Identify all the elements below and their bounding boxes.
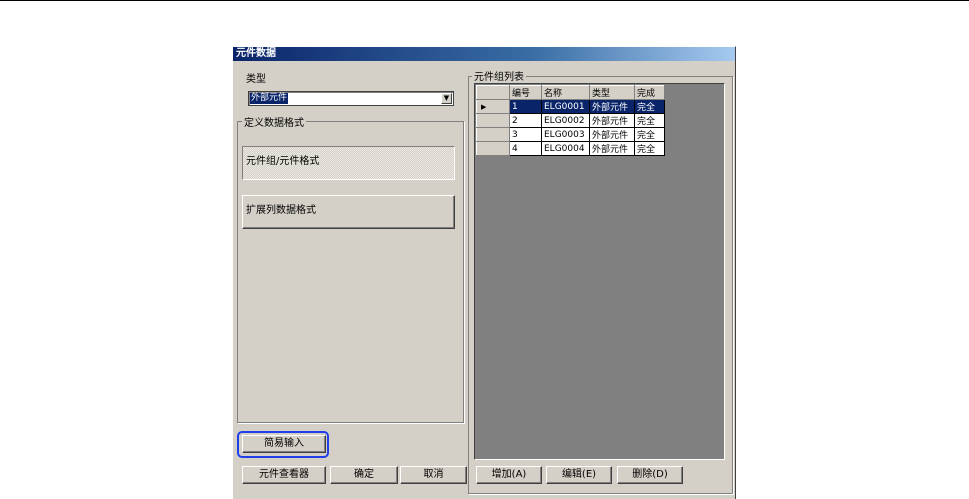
component-format-button[interactable]: 元件组/元件格式 <box>242 146 455 180</box>
component-data-dialog: 元件数据 类型 外部元件 ▼ 定义数据格式 元件组/元件格式 扩展列数据格式 简… <box>232 46 736 499</box>
dialog-title: 元件数据 <box>233 47 735 61</box>
cell-name[interactable]: ELG0001 <box>541 99 590 114</box>
row-header[interactable] <box>476 141 510 156</box>
component-viewer-button[interactable]: 元件查看器 <box>242 466 326 484</box>
column-header[interactable]: 编号 <box>509 85 542 100</box>
row-header[interactable] <box>476 127 510 142</box>
table-row[interactable]: 2 ELG0002 外部元件 完全 <box>476 113 665 128</box>
cell-type[interactable]: 外部元件 <box>589 99 635 114</box>
extended-format-button[interactable]: 扩展列数据格式 <box>242 195 455 229</box>
cell-done[interactable]: 完全 <box>634 141 665 156</box>
component-group-label: 元件组列表 <box>472 68 526 83</box>
add-button[interactable]: 增加(A) <box>476 466 542 484</box>
cell-done[interactable]: 完全 <box>634 127 665 142</box>
row-header[interactable]: ▶ <box>476 99 510 114</box>
table-header-row: 编号 名称 类型 完成 <box>476 85 665 100</box>
type-label: 类型 <box>246 74 266 85</box>
cell-type[interactable]: 外部元件 <box>589 113 635 128</box>
row-header[interactable] <box>476 113 510 128</box>
component-group-table: 编号 名称 类型 完成 ▶ 1 ELG0001 外部元件 完全 2 ELG000… <box>476 85 665 156</box>
format-group-label: 定义数据格式 <box>242 114 306 129</box>
easy-input-highlight <box>237 431 329 458</box>
ok-button[interactable]: 确定 <box>330 466 398 484</box>
type-select[interactable]: 外部元件 ▼ <box>248 91 454 106</box>
cell-type[interactable]: 外部元件 <box>589 141 635 156</box>
type-selected-value: 外部元件 <box>250 93 289 104</box>
cancel-button[interactable]: 取消 <box>400 466 467 484</box>
column-header[interactable]: 名称 <box>541 85 590 100</box>
column-header[interactable]: 类型 <box>589 85 635 100</box>
row-header-corner <box>476 85 510 100</box>
component-group-grid[interactable]: 编号 名称 类型 完成 ▶ 1 ELG0001 外部元件 完全 2 ELG000… <box>474 83 725 460</box>
cell-done[interactable]: 完全 <box>634 113 665 128</box>
delete-button[interactable]: 删除(D) <box>617 466 683 484</box>
cell-no[interactable]: 2 <box>509 113 542 128</box>
table-row[interactable]: 3 ELG0003 外部元件 完全 <box>476 127 665 142</box>
column-header[interactable]: 完成 <box>634 85 665 100</box>
current-row-arrow-icon: ▶ <box>481 102 487 111</box>
top-divider <box>0 0 969 1</box>
edit-button[interactable]: 编辑(E) <box>546 466 612 484</box>
cell-no[interactable]: 1 <box>509 99 542 114</box>
chevron-down-icon[interactable]: ▼ <box>441 93 452 104</box>
cell-name[interactable]: ELG0003 <box>541 127 590 142</box>
cell-no[interactable]: 4 <box>509 141 542 156</box>
cell-type[interactable]: 外部元件 <box>589 127 635 142</box>
table-row[interactable]: ▶ 1 ELG0001 外部元件 完全 <box>476 99 665 114</box>
cell-done[interactable]: 完全 <box>634 99 665 114</box>
table-row[interactable]: 4 ELG0004 外部元件 完全 <box>476 141 665 156</box>
cell-name[interactable]: ELG0002 <box>541 113 590 128</box>
cell-no[interactable]: 3 <box>509 127 542 142</box>
cell-name[interactable]: ELG0004 <box>541 141 590 156</box>
